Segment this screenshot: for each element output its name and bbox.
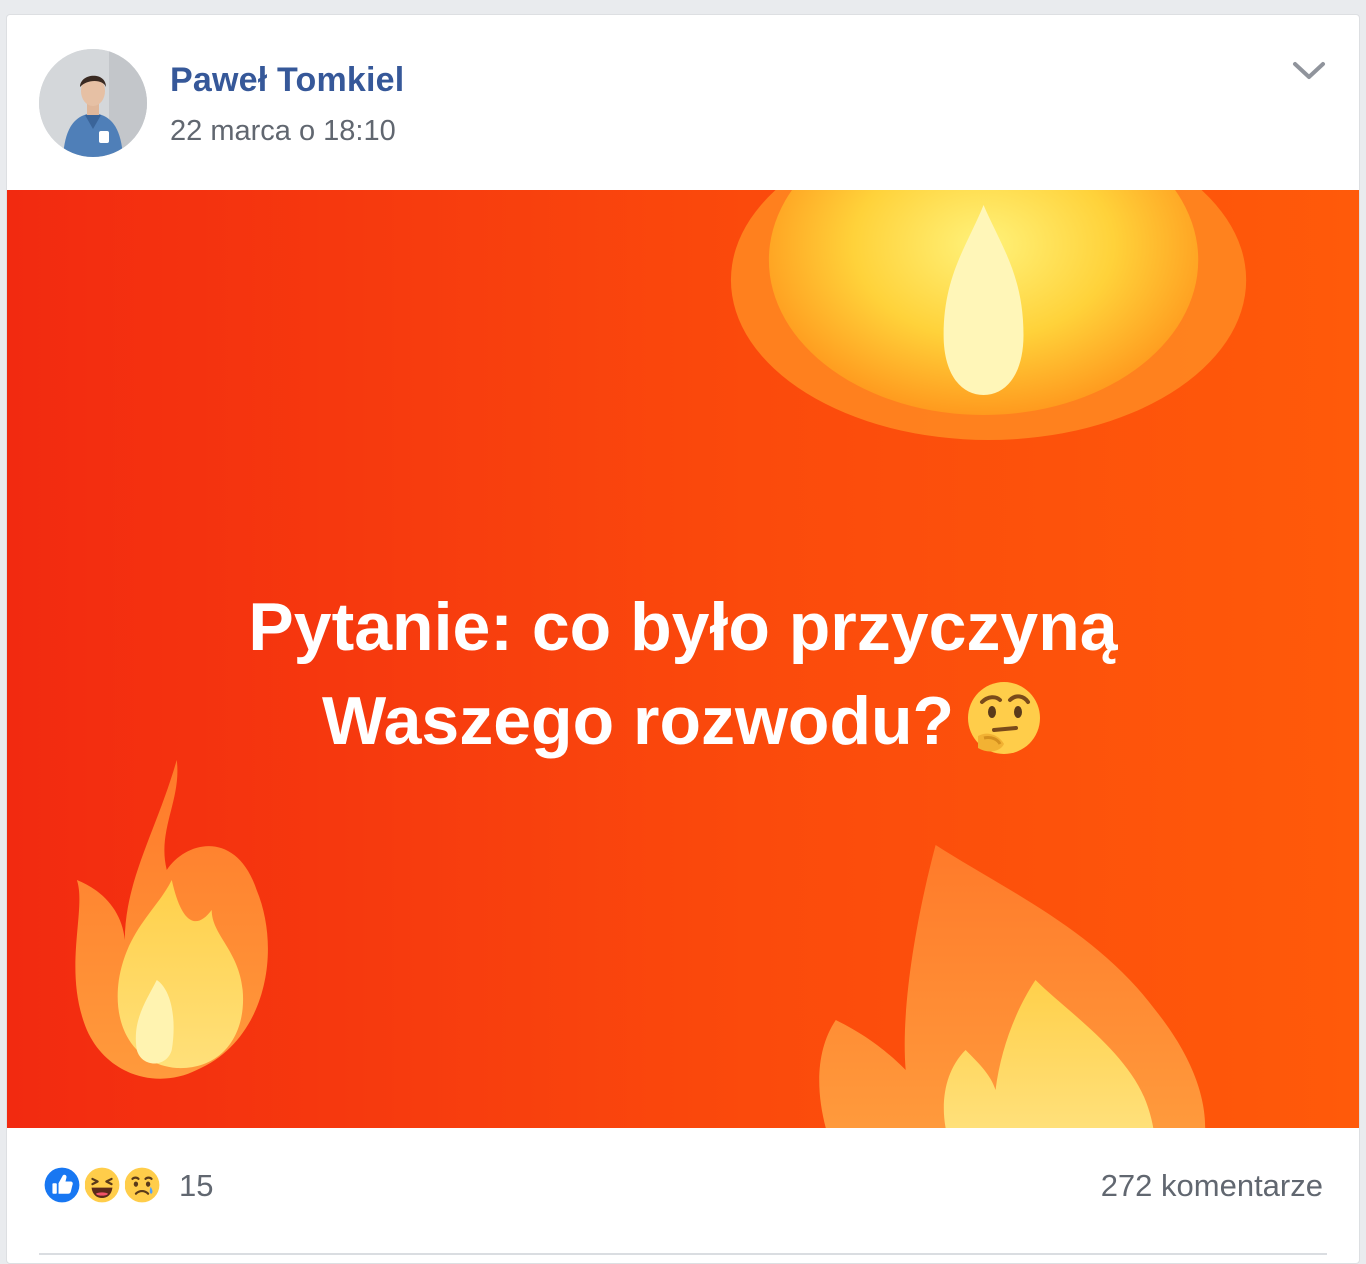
fire-icon — [731, 190, 1247, 440]
sad-icon — [119, 1162, 165, 1208]
post-card: Paweł Tomkiel 22 marca o 18:10 Pytanie: … — [6, 14, 1360, 1264]
post-footer: 15 272 komentarze — [7, 1128, 1359, 1263]
author-name[interactable]: Paweł Tomkiel — [170, 61, 404, 100]
post-image[interactable]: Pytanie: co było przyczyną Waszego rozwo… — [7, 190, 1359, 1128]
comments-count-link[interactable]: 272 komentarze — [1101, 1168, 1323, 1204]
haha-icon — [79, 1162, 125, 1208]
author-avatar[interactable] — [39, 49, 147, 157]
reaction-count[interactable]: 15 — [179, 1168, 213, 1204]
like-icon — [39, 1162, 85, 1208]
post-caption: Pytanie: co było przyczyną Waszego rozwo… — [7, 580, 1359, 768]
fire-icon — [75, 760, 268, 1079]
caption-line-2: Waszego rozwodu? — [7, 674, 1359, 768]
post-timestamp[interactable]: 22 marca o 18:10 — [170, 115, 396, 148]
profile-photo — [39, 49, 147, 157]
caption-line-2-text: Waszego rozwodu? — [321, 683, 955, 759]
fire-icon — [819, 845, 1206, 1128]
footer-divider — [39, 1253, 1327, 1255]
chevron-down-icon[interactable] — [1289, 55, 1329, 85]
thinking-face-emoji — [964, 678, 1044, 758]
caption-line-1: Pytanie: co było przyczyną — [248, 589, 1118, 665]
post-header: Paweł Tomkiel 22 marca o 18:10 — [7, 15, 1359, 190]
